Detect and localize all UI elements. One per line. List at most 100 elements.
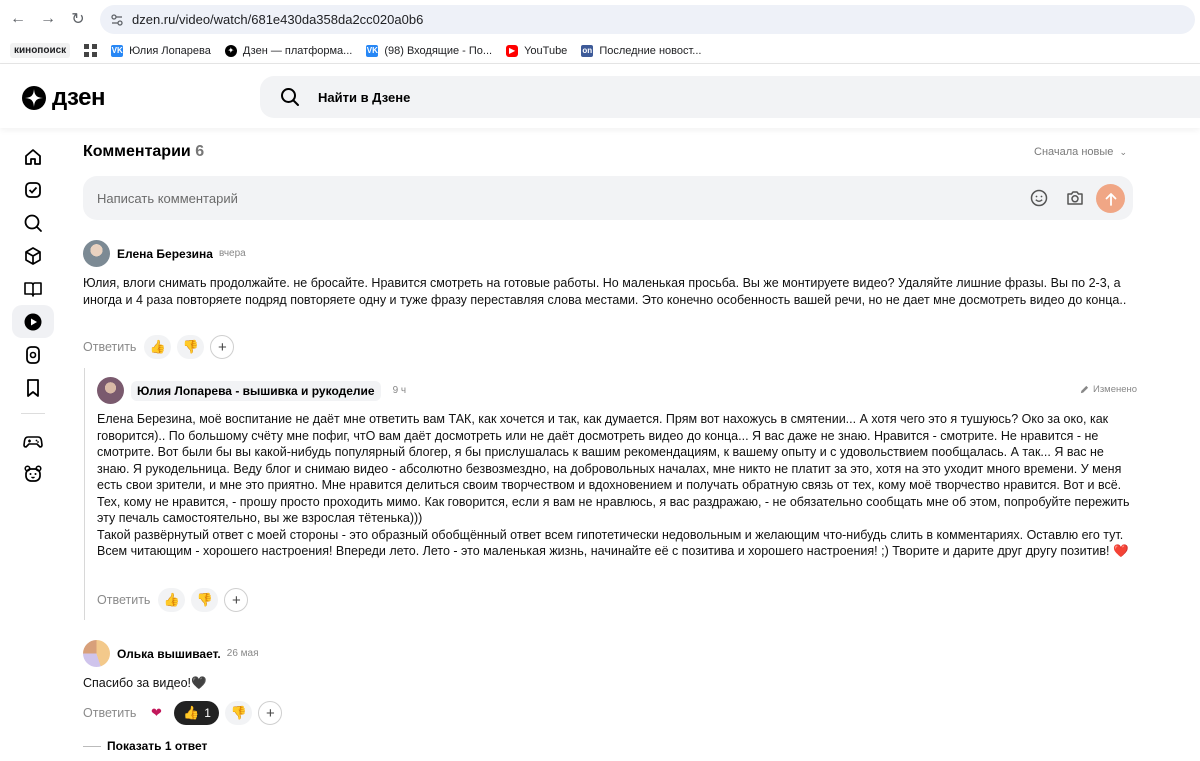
site-info-icon[interactable] (110, 13, 124, 27)
bookmark-kinopoisk[interactable]: кинопоиск (10, 43, 71, 58)
rail-kids[interactable] (12, 457, 54, 490)
bookmark-dzen[interactable]: ✦ Дзен — платформа... (224, 44, 352, 57)
reply-button[interactable]: Ответить (97, 593, 150, 607)
add-reaction-button[interactable]: + (210, 335, 235, 359)
rail-games[interactable] (12, 424, 54, 457)
comment-paragraph: Такой развёрнутый ответ с моей стороны -… (97, 527, 1124, 559)
author-name[interactable]: Юлия Лопарева - вышивка и рукоделие (131, 380, 381, 401)
like-button[interactable]: 👍 (158, 588, 186, 612)
browser-toolbar: ← → ↻ dzen.ru/video/watch/681e430da358da… (0, 0, 1200, 38)
avatar[interactable] (83, 640, 110, 667)
rail-bookmark[interactable] (12, 371, 54, 404)
rail-book[interactable] (12, 272, 54, 305)
bookmark-vk-yulia[interactable]: VK Юлия Лопарева (111, 44, 211, 57)
url-text: dzen.ru/video/watch/681e430da358da2cc020… (132, 12, 424, 27)
sort-label: Сначала новые (1034, 146, 1114, 158)
bookmark-news[interactable]: on Последние новост... (581, 44, 702, 57)
send-button[interactable] (1096, 184, 1125, 213)
thumbs-up-icon: 👍 (149, 339, 167, 354)
news-icon: on (581, 44, 594, 57)
emoji-icon[interactable] (1029, 188, 1049, 208)
address-bar[interactable]: dzen.ru/video/watch/681e430da358da2cc020… (100, 5, 1195, 34)
video-icon (24, 313, 42, 330)
thumbs-up-icon: 👍 (182, 705, 200, 720)
comments-title: Комментарии 6 (83, 143, 204, 161)
gamepad-icon (23, 435, 43, 448)
dislike-button[interactable]: 👎 (177, 335, 205, 359)
forward-icon[interactable]: → (38, 9, 58, 29)
reactors-avatars[interactable]: ❤ (144, 701, 168, 725)
rail-cube[interactable] (12, 239, 54, 272)
subscriptions-icon (25, 181, 41, 198)
bookmark-icon (27, 378, 39, 397)
add-reaction-button[interactable]: + (224, 588, 249, 612)
search-icon (24, 214, 42, 232)
rail-video[interactable] (12, 305, 54, 338)
dzen-logo[interactable]: дзен (22, 84, 105, 112)
comments-title-label: Комментарии (83, 143, 191, 160)
plus-icon: + (232, 591, 241, 609)
like-count: 1 (204, 706, 211, 720)
rail-shorts[interactable] (12, 338, 54, 371)
dislike-button[interactable]: 👎 (191, 588, 219, 612)
sort-dropdown[interactable]: Сначала новые ⌄ (1034, 146, 1127, 158)
left-rail (12, 140, 54, 490)
comment-author-row: Юлия Лопарева - вышивка и рукоделие 9 ч (97, 377, 406, 404)
comment-author-row: Олька вышивает. 26 мая (83, 640, 259, 667)
bookmark-label: Юлия Лопарева (129, 44, 211, 57)
add-reaction-button[interactable]: + (258, 701, 283, 725)
avatar[interactable] (83, 240, 110, 267)
camera-icon[interactable] (1065, 188, 1085, 208)
bookmark-label: Последние новост... (599, 44, 702, 57)
rail-home[interactable] (12, 140, 54, 173)
rail-search[interactable] (12, 206, 54, 239)
comment-author-row: Елена Березина вчера (83, 240, 246, 267)
like-button[interactable]: 👍 (144, 335, 172, 359)
heart-icon: ❤ (150, 705, 162, 720)
rail-divider (21, 413, 45, 414)
chevron-down-icon: ⌄ (1119, 147, 1128, 157)
search-placeholder: Найти в Дзене (318, 89, 411, 105)
comment-time: вчера (218, 248, 246, 259)
pencil-icon (1080, 385, 1089, 394)
bookmarks-bar: кинопоиск VK Юлия Лопарева ✦ Дзен — платфо… (0, 38, 1200, 64)
kids-icon (24, 464, 42, 482)
bookmark-vk-inbox[interactable]: VK (98) Входящие - По... (366, 44, 493, 57)
reply-button[interactable]: Ответить (83, 706, 136, 720)
dislike-button[interactable]: 👎 (225, 701, 253, 725)
thumbs-up-icon: 👍 (163, 592, 181, 607)
search-bar[interactable]: Найти в Дзене (260, 76, 1200, 118)
cube-icon (25, 246, 41, 265)
like-button-active[interactable]: 👍 1 (174, 701, 220, 725)
bookmark-youtube[interactable]: ▶ YouTube (506, 44, 567, 57)
edited-label: Изменено (1093, 384, 1138, 395)
shorts-icon (26, 345, 40, 364)
author-name[interactable]: Олька вышивает. (117, 647, 221, 661)
thread-line (84, 368, 85, 620)
reload-icon[interactable]: ↻ (68, 9, 88, 29)
youtube-icon: ▶ (506, 44, 519, 57)
comment-time: 9 ч (392, 385, 407, 396)
thumbs-down-icon: 👎 (230, 705, 248, 720)
avatar[interactable] (97, 377, 124, 404)
comment-input[interactable]: Написать комментарий (97, 191, 238, 206)
site-header: дзен Найти в Дзене (0, 64, 1200, 128)
book-icon (24, 281, 42, 297)
kinopoisk-logo: кинопоиск (10, 43, 71, 58)
comment-time: 26 мая (226, 648, 259, 659)
red-heart-icon: ❤️ (1112, 544, 1129, 558)
rail-subscriptions[interactable] (12, 173, 54, 206)
reply-button[interactable]: Ответить (83, 340, 136, 354)
apps-grid-icon[interactable] (84, 44, 98, 57)
show-replies-button[interactable]: Показать 1 ответ (83, 739, 207, 753)
comment-text: Спасибо за видео!🖤 (83, 676, 207, 690)
back-icon[interactable]: ← (8, 9, 28, 29)
comments-count: 6 (195, 143, 205, 160)
arrow-up-icon (1105, 192, 1116, 206)
bookmark-label: (98) Входящие - По... (384, 44, 493, 57)
comment-composer[interactable]: Написать комментарий (83, 176, 1133, 220)
author-name[interactable]: Елена Березина (117, 247, 213, 261)
dzen-icon: ✦ (224, 44, 237, 57)
comment-text: Елена Березина, моё воспитание не даёт м… (97, 411, 1133, 560)
divider-dash (83, 745, 101, 747)
